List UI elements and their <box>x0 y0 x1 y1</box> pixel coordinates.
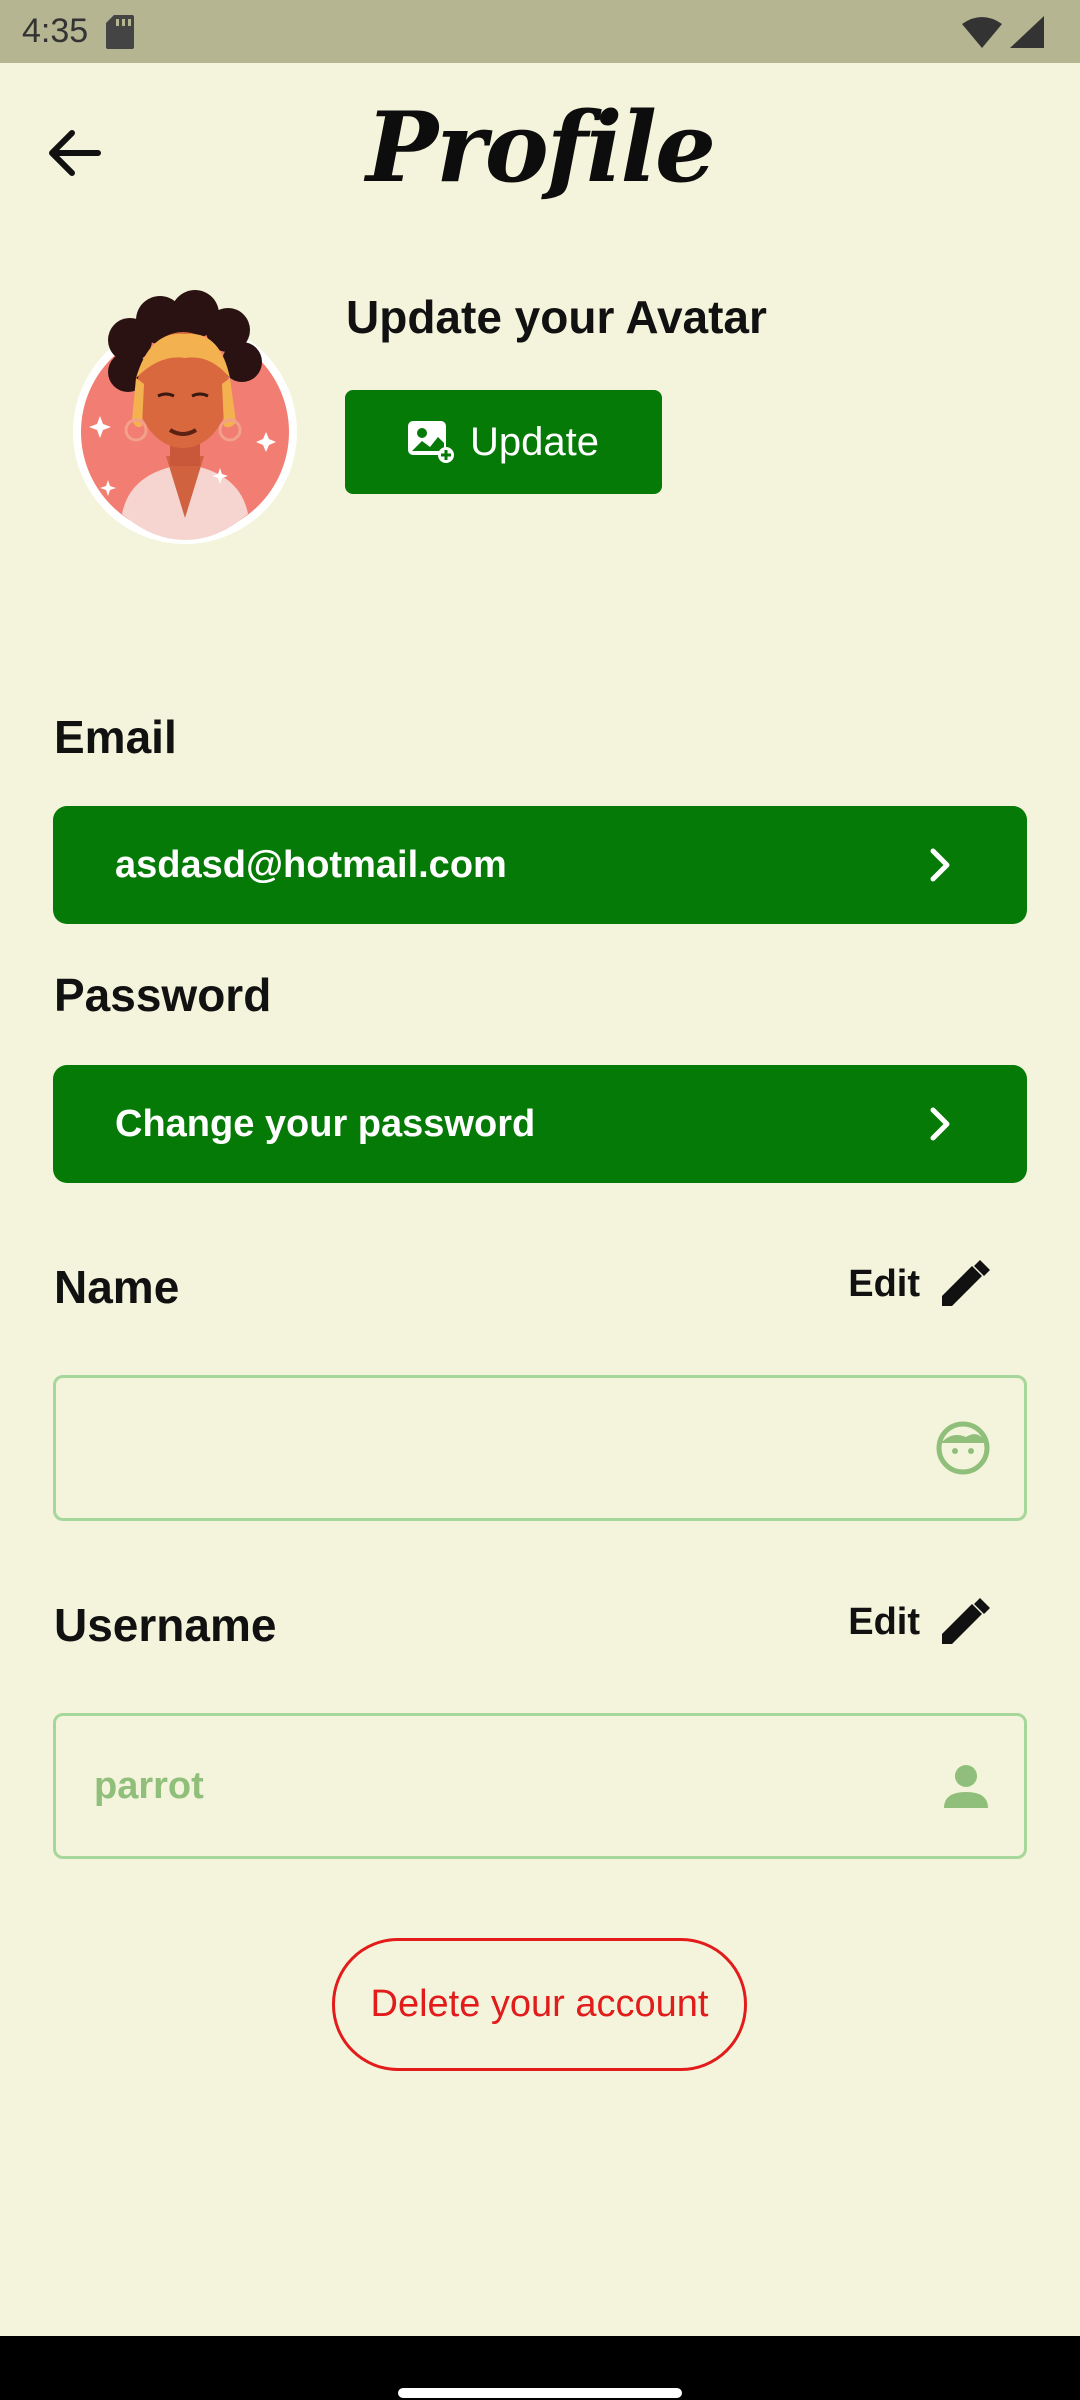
app-header: Profile <box>0 63 1080 233</box>
name-input[interactable] <box>94 1426 894 1470</box>
email-label: Email <box>54 711 177 763</box>
delete-account-button[interactable]: Delete your account <box>332 1938 747 2071</box>
chevron-right-icon <box>930 1107 950 1141</box>
avatar[interactable] <box>70 280 300 550</box>
username-input[interactable] <box>94 1764 894 1808</box>
add-photo-icon <box>408 421 454 463</box>
name-edit-label: Edit <box>848 1262 920 1305</box>
username-label: Username <box>54 1599 277 1651</box>
wifi-icon <box>962 16 1002 48</box>
status-time: 4:35 <box>22 12 89 50</box>
sdcard-icon <box>106 14 135 49</box>
edit-pencil-icon <box>942 1598 990 1644</box>
email-row[interactable]: asdasd@hotmail.com <box>53 806 1027 924</box>
face-icon <box>936 1421 990 1475</box>
email-value: asdasd@hotmail.com <box>115 843 507 886</box>
home-indicator[interactable] <box>398 2388 682 2398</box>
username-field[interactable] <box>53 1713 1027 1859</box>
change-password-label: Change your password <box>115 1102 536 1145</box>
password-label: Password <box>54 969 272 1021</box>
person-icon <box>944 1765 988 1808</box>
update-button-label: Update <box>470 419 599 464</box>
page-title: Profile <box>365 91 716 204</box>
name-field[interactable] <box>53 1375 1027 1521</box>
signal-icon <box>1010 15 1044 48</box>
status-bar: 4:35 <box>0 0 1080 63</box>
username-edit-label: Edit <box>848 1600 920 1643</box>
username-edit-button[interactable]: Edit <box>848 1596 990 1648</box>
name-label: Name <box>54 1261 180 1313</box>
update-avatar-button[interactable]: Update <box>345 390 662 494</box>
change-password-row[interactable]: Change your password <box>53 1065 1027 1183</box>
chevron-right-icon <box>930 848 950 882</box>
avatar-title: Update your Avatar <box>346 291 767 343</box>
edit-pencil-icon <box>942 1260 990 1306</box>
name-edit-button[interactable]: Edit <box>848 1258 990 1310</box>
